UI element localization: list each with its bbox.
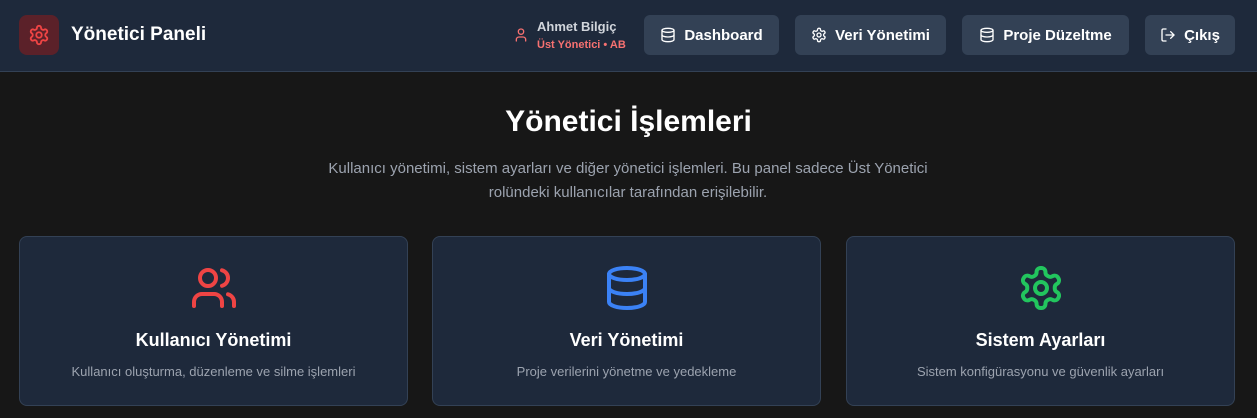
settings-icon bbox=[1020, 266, 1061, 310]
users-icon bbox=[191, 268, 236, 308]
data-management-button-label: Veri Yönetimi bbox=[835, 26, 930, 44]
database-icon bbox=[661, 27, 675, 43]
logout-button-label: Çıkış bbox=[1184, 26, 1220, 44]
project-edit-button[interactable]: Proje Düzeltme bbox=[962, 15, 1129, 55]
card-title: Veri Yönetimi bbox=[569, 330, 684, 350]
brand-logo bbox=[19, 15, 59, 55]
gear-icon bbox=[29, 24, 49, 46]
logout-icon bbox=[1161, 28, 1175, 42]
user-role: Üst Yönetici • AB bbox=[537, 39, 626, 51]
database-icon bbox=[606, 266, 647, 310]
database-icon bbox=[980, 27, 994, 43]
page-description: Kullanıcı yönetimi, sistem ayarları ve d… bbox=[328, 160, 928, 201]
card-title: Kullanıcı Yönetimi bbox=[135, 330, 292, 350]
dashboard-button-label: Dashboard bbox=[684, 26, 763, 44]
data-management-card[interactable]: Veri Yönetimi Proje verilerini yönetme v… bbox=[432, 236, 821, 406]
app-title: Yönetici Paneli bbox=[71, 24, 207, 45]
gear-icon bbox=[812, 27, 826, 43]
card-description: Kullanıcı oluşturma, düzenleme ve silme … bbox=[71, 364, 356, 379]
card-description: Proje verilerini yönetme ve yedekleme bbox=[516, 364, 737, 379]
user-name: Ahmet Bilgiç bbox=[537, 19, 617, 34]
data-management-button[interactable]: Veri Yönetimi bbox=[795, 15, 946, 55]
logout-button[interactable]: Çıkış bbox=[1145, 15, 1235, 55]
page-title: Yönetici İşlemleri bbox=[505, 105, 752, 138]
card-description: Sistem konfigürasyonu ve güvenlik ayarla… bbox=[916, 364, 1165, 379]
dashboard-button[interactable]: Dashboard bbox=[644, 15, 779, 55]
system-settings-card[interactable]: Sistem Ayarları Sistem konfigürasyonu ve… bbox=[846, 236, 1235, 406]
project-edit-button-label: Proje Düzeltme bbox=[1003, 26, 1112, 44]
top-navigation-bar: Yönetici Paneli Ahmet Bilgiç Üst Yönetic… bbox=[0, 0, 1257, 72]
user-icon bbox=[515, 28, 527, 42]
card-title: Sistem Ayarları bbox=[975, 330, 1106, 350]
user-management-card[interactable]: Kullanıcı Yönetimi Kullanıcı oluşturma, … bbox=[19, 236, 408, 406]
